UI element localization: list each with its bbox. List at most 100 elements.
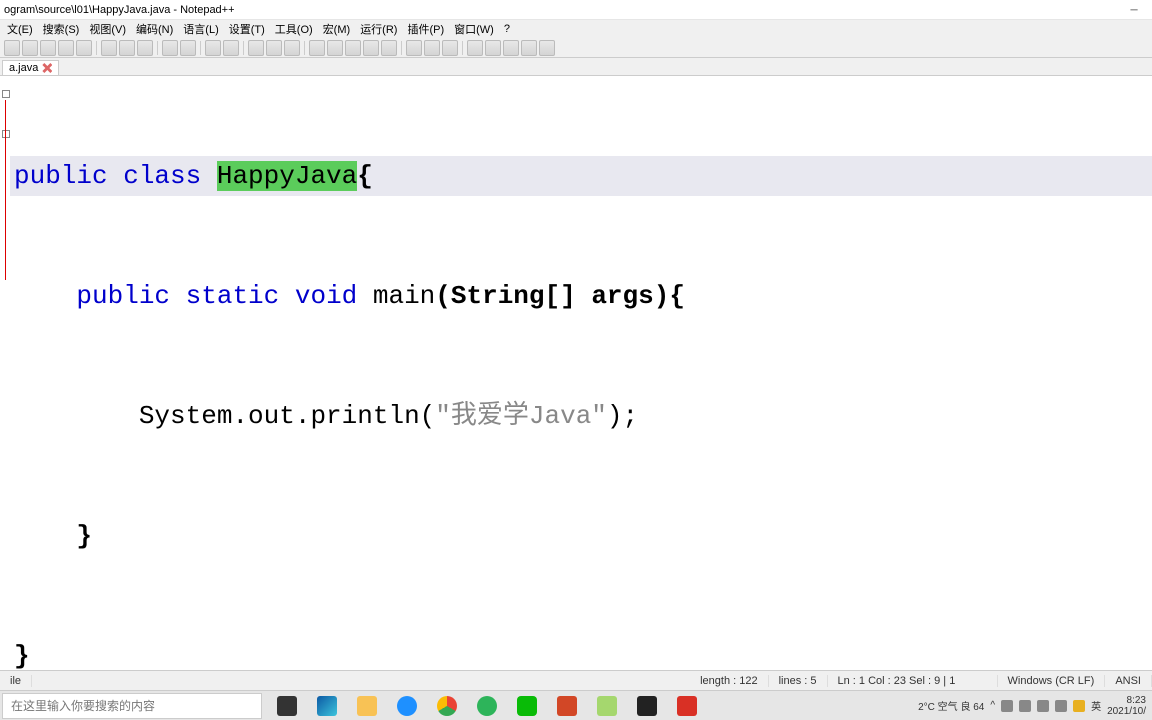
print-icon[interactable] (76, 40, 92, 56)
powerpoint-app[interactable] (548, 692, 586, 720)
editor-statusbar: ile length : 122 lines : 5 Ln : 1 Col : … (0, 670, 1152, 690)
battery-icon[interactable] (1019, 700, 1031, 712)
volume-icon[interactable] (1055, 700, 1067, 712)
explorer-app[interactable] (348, 692, 386, 720)
menu-window[interactable]: 窗口(W) (449, 21, 499, 37)
menu-run[interactable]: 运行(R) (355, 21, 402, 37)
browser360-app[interactable] (468, 692, 506, 720)
fold-marker-icon[interactable] (2, 90, 10, 98)
folder-icon[interactable] (424, 40, 440, 56)
notepadpp-app[interactable] (588, 692, 626, 720)
play-icon[interactable] (503, 40, 519, 56)
save-all-icon[interactable] (58, 40, 74, 56)
sync-icon[interactable] (284, 40, 300, 56)
code-line: System.out.println("我爱学Java"); (10, 396, 1152, 436)
menu-plugins[interactable]: 插件(P) (402, 21, 449, 37)
taskview-button[interactable] (268, 692, 306, 720)
toolbar-sep (96, 41, 97, 55)
doc-map-icon[interactable] (381, 40, 397, 56)
signature: (String[] args){ (435, 281, 685, 311)
menu-encoding[interactable]: 编码(N) (131, 21, 178, 37)
menu-search[interactable]: 搜索(S) (38, 21, 85, 37)
zoom-in-icon[interactable] (248, 40, 264, 56)
undo-icon[interactable] (162, 40, 178, 56)
new-file-icon[interactable] (4, 40, 20, 56)
status-encoding: ANSI (1105, 675, 1152, 687)
toolbar (0, 38, 1152, 58)
fold-marker-icon[interactable] (2, 130, 10, 138)
clock-time: 8:23 (1107, 695, 1146, 706)
replace-icon[interactable] (223, 40, 239, 56)
save-icon[interactable] (40, 40, 56, 56)
redo-icon[interactable] (180, 40, 196, 56)
taskbar-apps (268, 692, 706, 720)
keyword: class (123, 161, 217, 191)
taskbar-clock[interactable]: 8:23 2021/10/ (1107, 695, 1146, 717)
window-titlebar: ogram\source\l01\HappyJava.java - Notepa… (0, 0, 1152, 20)
cmd-app[interactable] (628, 692, 666, 720)
code-line: public static void main(String[] args){ (10, 276, 1152, 316)
code-line: } (10, 516, 1152, 556)
menu-tools[interactable]: 工具(O) (270, 21, 318, 37)
code-area: public class HappyJava{ public static vo… (10, 76, 1152, 670)
indent (14, 281, 76, 311)
taskbar-search-input[interactable]: 在这里输入你要搜索的内容 (2, 693, 262, 719)
file-tab[interactable]: a.java (2, 60, 59, 75)
record-icon[interactable] (467, 40, 483, 56)
tray-chevron-icon[interactable]: ^ (990, 700, 995, 711)
code-editor[interactable]: public class HappyJava{ public static vo… (0, 76, 1152, 670)
security-icon[interactable] (1073, 700, 1085, 712)
status-lines: lines : 5 (769, 675, 828, 687)
menu-settings[interactable]: 设置(T) (224, 21, 270, 37)
wifi-icon[interactable] (1037, 700, 1049, 712)
identifier: main (373, 281, 435, 311)
punct: ); (607, 401, 638, 431)
stop-icon[interactable] (485, 40, 501, 56)
menu-help[interactable]: ? (499, 23, 515, 35)
toolbar-sep (157, 41, 158, 55)
copy-icon[interactable] (119, 40, 135, 56)
tab-close-icon[interactable] (42, 63, 52, 73)
identifier-highlighted: HappyJava (217, 161, 357, 191)
fold-gutter (0, 76, 10, 670)
monitor-icon[interactable] (442, 40, 458, 56)
method-call: System.out.println( (139, 401, 435, 431)
window-controls: ─ (1116, 0, 1152, 20)
cut-icon[interactable] (101, 40, 117, 56)
wechat-app[interactable] (508, 692, 546, 720)
edge-app[interactable] (308, 692, 346, 720)
playmulti-icon[interactable] (521, 40, 537, 56)
toolbar-sep (243, 41, 244, 55)
search-placeholder: 在这里输入你要搜索的内容 (11, 697, 155, 714)
status-eol: Windows (CR LF) (998, 675, 1106, 687)
indent (14, 521, 76, 551)
wordwrap-icon[interactable] (309, 40, 325, 56)
brace: } (76, 521, 92, 551)
open-file-icon[interactable] (22, 40, 38, 56)
menu-view[interactable]: 视图(V) (84, 21, 131, 37)
minimize-button[interactable]: ─ (1116, 0, 1152, 20)
ie-app[interactable] (388, 692, 426, 720)
allchars-icon[interactable] (327, 40, 343, 56)
brace: { (357, 161, 373, 191)
menu-macro[interactable]: 宏(M) (318, 21, 356, 37)
clock-date: 2021/10/ (1107, 706, 1146, 717)
ime-indicator[interactable]: 英 (1091, 698, 1101, 713)
chrome-app[interactable] (428, 692, 466, 720)
indent-icon[interactable] (345, 40, 361, 56)
zoom-out-icon[interactable] (266, 40, 282, 56)
weather-widget[interactable]: 2°C 空气 良 64 (918, 698, 984, 713)
folding-icon[interactable] (363, 40, 379, 56)
paste-icon[interactable] (137, 40, 153, 56)
menu-language[interactable]: 语言(L) (178, 21, 223, 37)
function-list-icon[interactable] (406, 40, 422, 56)
camtasia-app[interactable] (668, 692, 706, 720)
menu-file[interactable]: 文(E) (2, 21, 38, 37)
onedrive-icon[interactable] (1001, 700, 1013, 712)
code-line: } (10, 636, 1152, 670)
find-icon[interactable] (205, 40, 221, 56)
fold-line (5, 100, 6, 280)
keyword: public (14, 161, 123, 191)
indent (14, 401, 139, 431)
save-macro-icon[interactable] (539, 40, 555, 56)
